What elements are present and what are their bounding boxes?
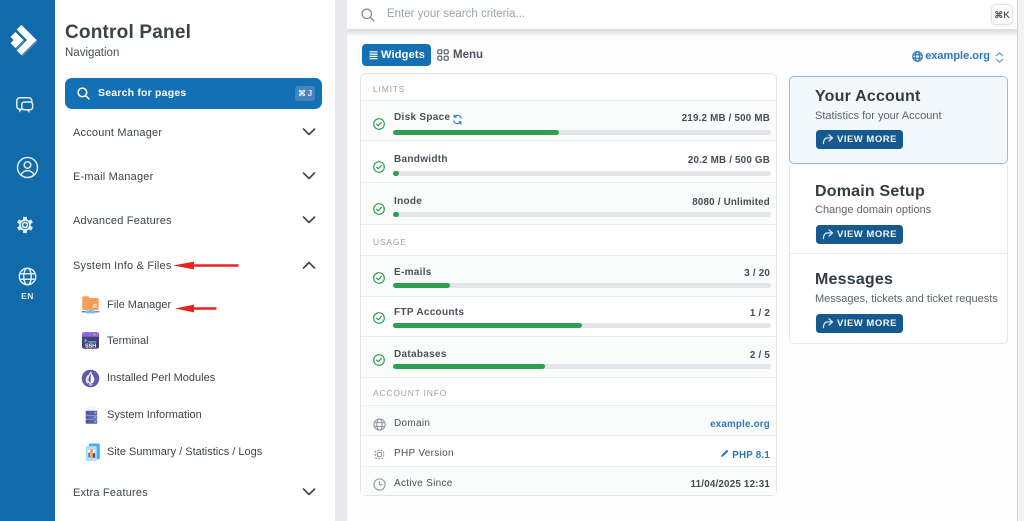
svg-text:SSH: SSH: [85, 343, 96, 349]
